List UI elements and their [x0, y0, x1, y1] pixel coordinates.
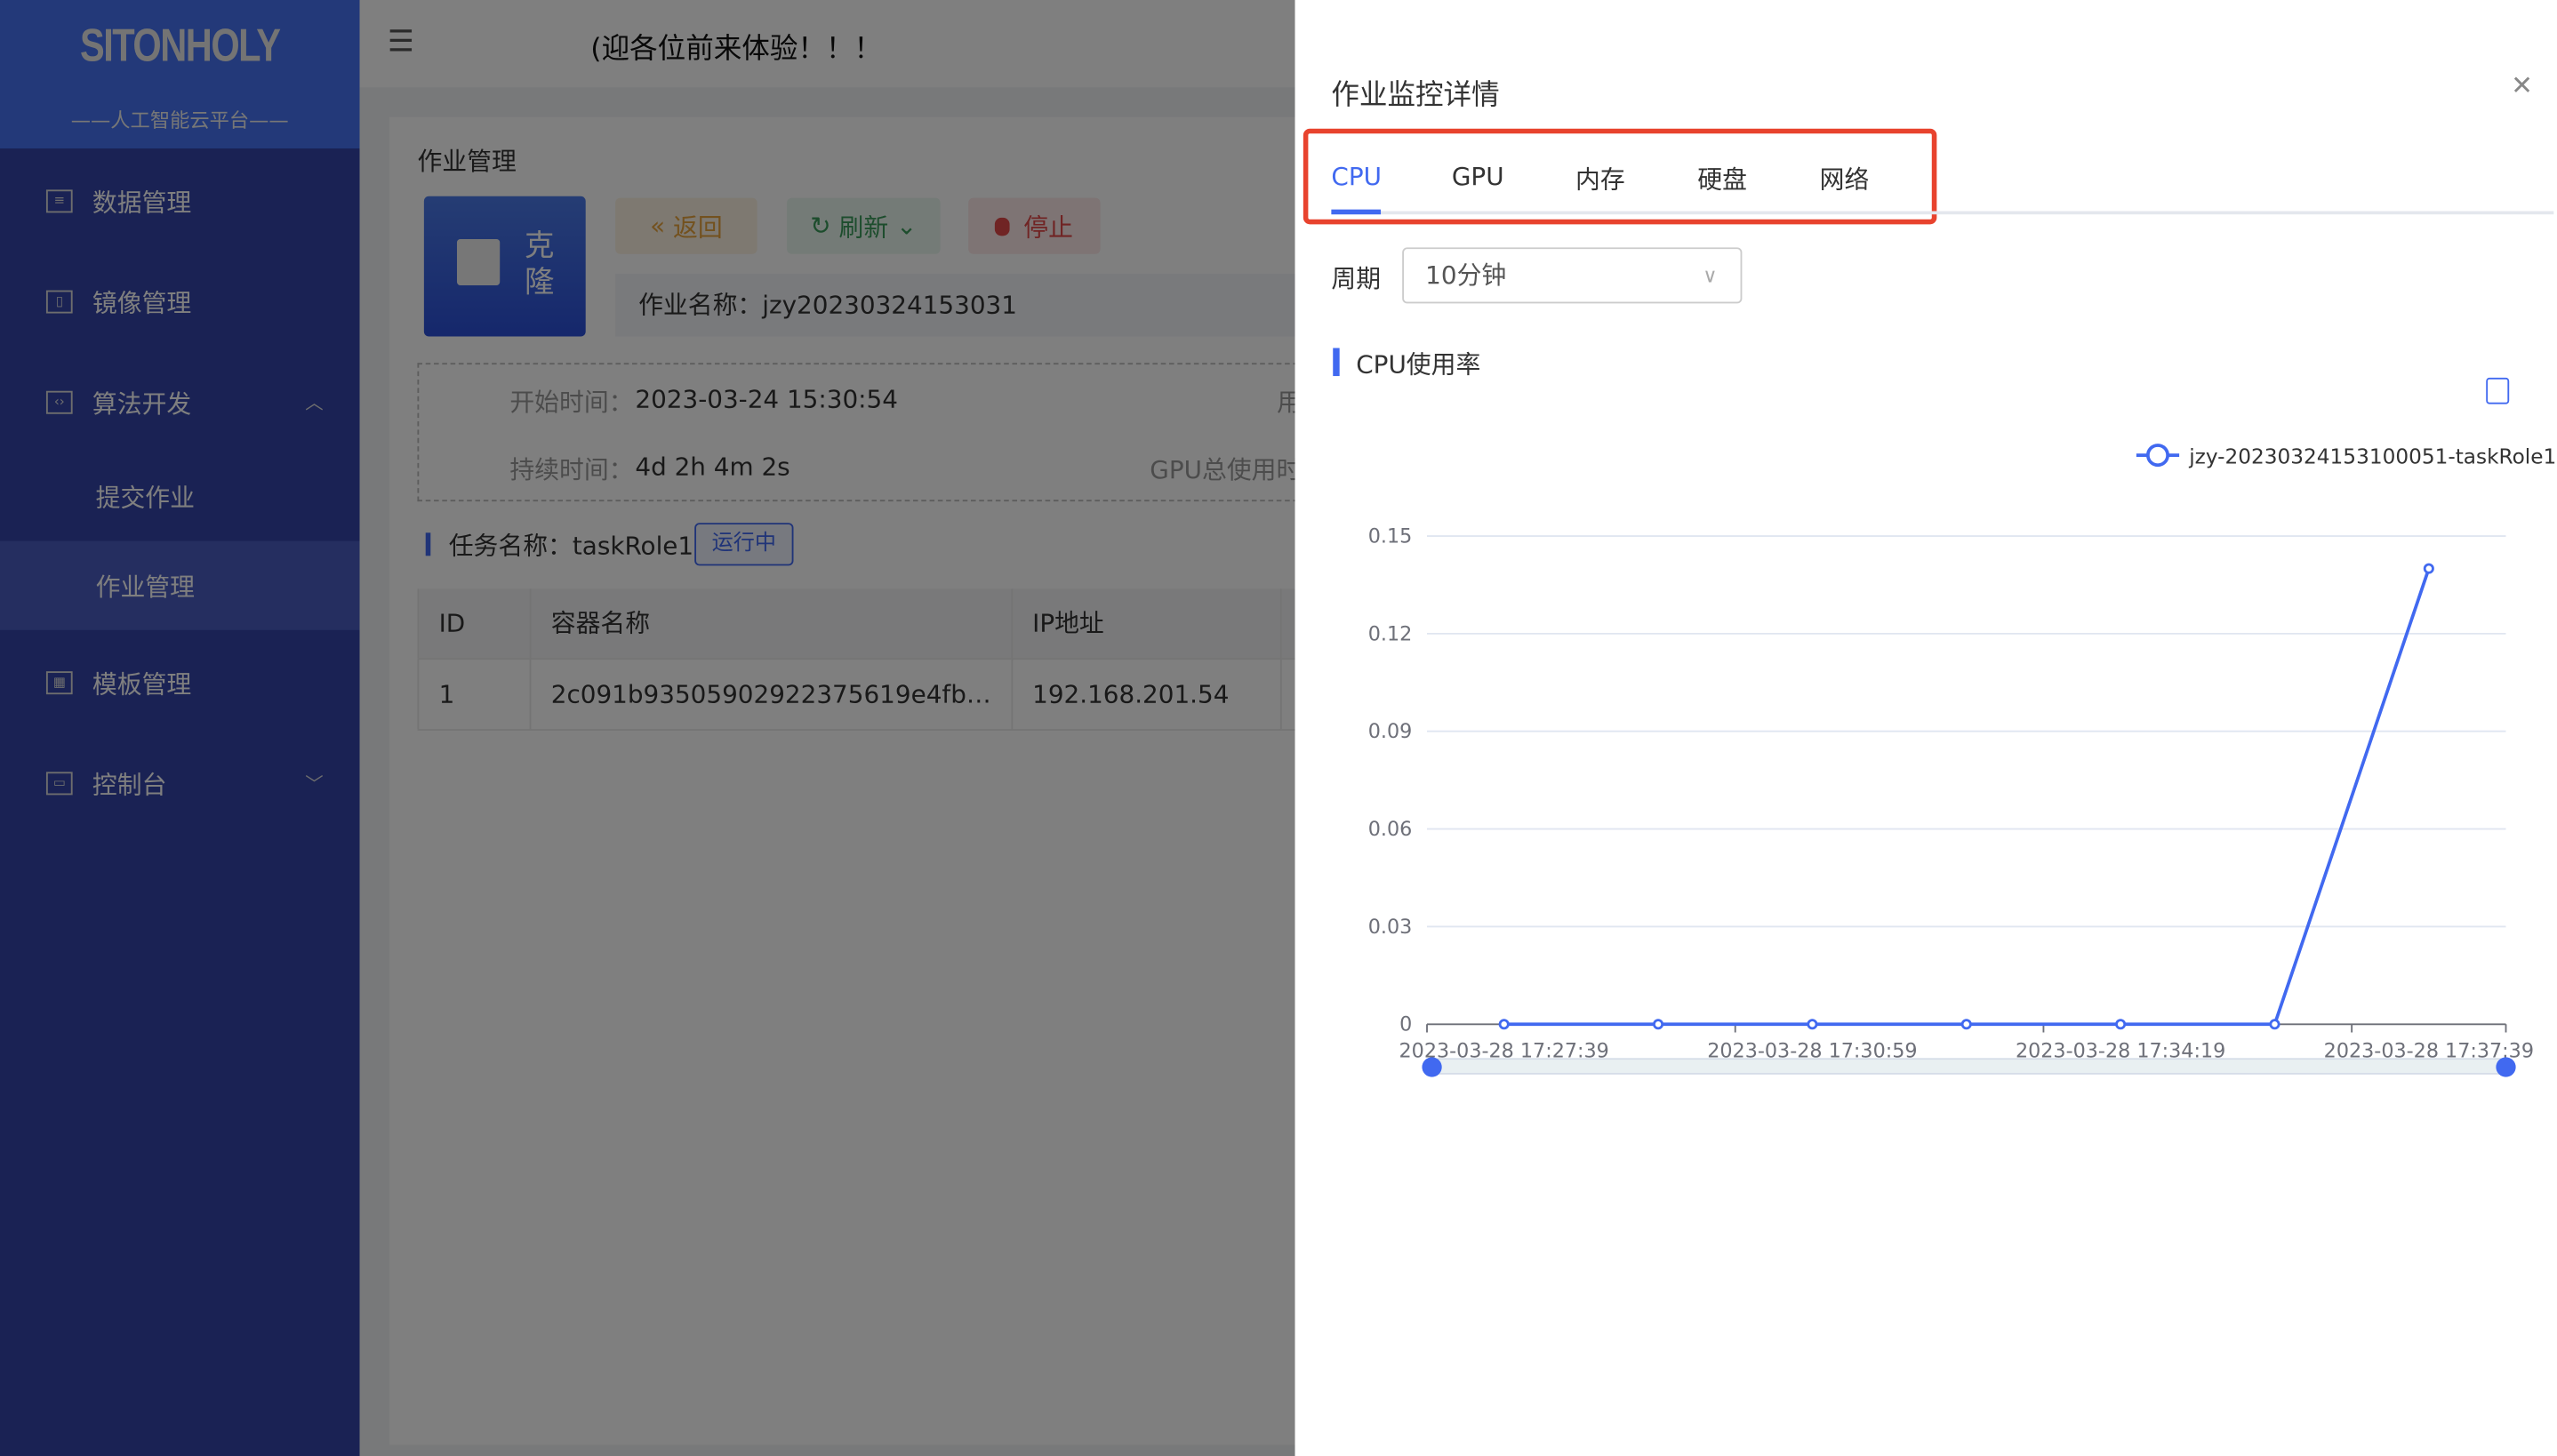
- y-tick-label: 0.06: [1368, 818, 1413, 841]
- app: SITONHOLY ——人工智能云平台—— ≡数据管理 ▯镜像管理 ‹›算法开发…: [0, 0, 2557, 1456]
- data-point: [1653, 1019, 1664, 1030]
- y-tick-label: 0.15: [1368, 524, 1413, 548]
- tab-gpu[interactable]: GPU: [1452, 162, 1504, 191]
- tab-disk[interactable]: 硬盘: [1697, 162, 1747, 196]
- series-line: [1503, 568, 2431, 1027]
- tab-network[interactable]: 网络: [1820, 162, 1870, 196]
- legend-marker: [2146, 444, 2169, 468]
- cpu-line-chart: 00.030.060.090.120.152023-03-28 17:27:39…: [1368, 444, 2556, 1077]
- tab-cpu[interactable]: CPU: [1331, 162, 1382, 191]
- close-icon[interactable]: ✕: [2511, 69, 2533, 100]
- y-tick-label: 0.09: [1368, 720, 1413, 743]
- y-tick-label: 0: [1399, 1013, 1412, 1036]
- tabs-divider: [1331, 211, 2554, 215]
- monitor-drawer: 作业监控详情 ✕ CPU GPU 内存 硬盘 网络 周期 10分钟 ∨ CPU使用…: [1295, 0, 2557, 1456]
- datazoom-track: [1429, 1058, 2507, 1075]
- data-point: [2115, 1019, 2127, 1030]
- data-point: [1807, 1019, 1818, 1030]
- chevron-down-icon: ∨: [1703, 263, 1718, 287]
- data-point: [2269, 1019, 2280, 1030]
- y-tick-label: 0.12: [1368, 622, 1413, 645]
- period-select[interactable]: 10分钟 ∨: [1402, 247, 1743, 304]
- datazoom-handle-left[interactable]: [1422, 1057, 1442, 1077]
- chart-title: CPU使用率: [1356, 349, 1481, 380]
- data-point: [1960, 1019, 1972, 1030]
- data-point: [2423, 563, 2434, 574]
- period-label: 周期: [1331, 263, 1382, 294]
- active-tab-indicator: [1331, 209, 1382, 215]
- tab-memory[interactable]: 内存: [1575, 162, 1625, 196]
- period-value: 10分钟: [1425, 260, 1507, 291]
- datazoom-handle-right[interactable]: [2496, 1057, 2516, 1077]
- data-point: [1498, 1019, 1510, 1030]
- legend-label: jzy-20230324153100051-taskRole1: [2188, 444, 2556, 468]
- save-image-icon[interactable]: [2486, 377, 2510, 404]
- y-tick-label: 0.03: [1368, 916, 1413, 939]
- section-marker: [1333, 348, 1340, 377]
- drawer-title: 作业监控详情: [1331, 79, 1500, 113]
- modal-overlay[interactable]: [0, 0, 1295, 1456]
